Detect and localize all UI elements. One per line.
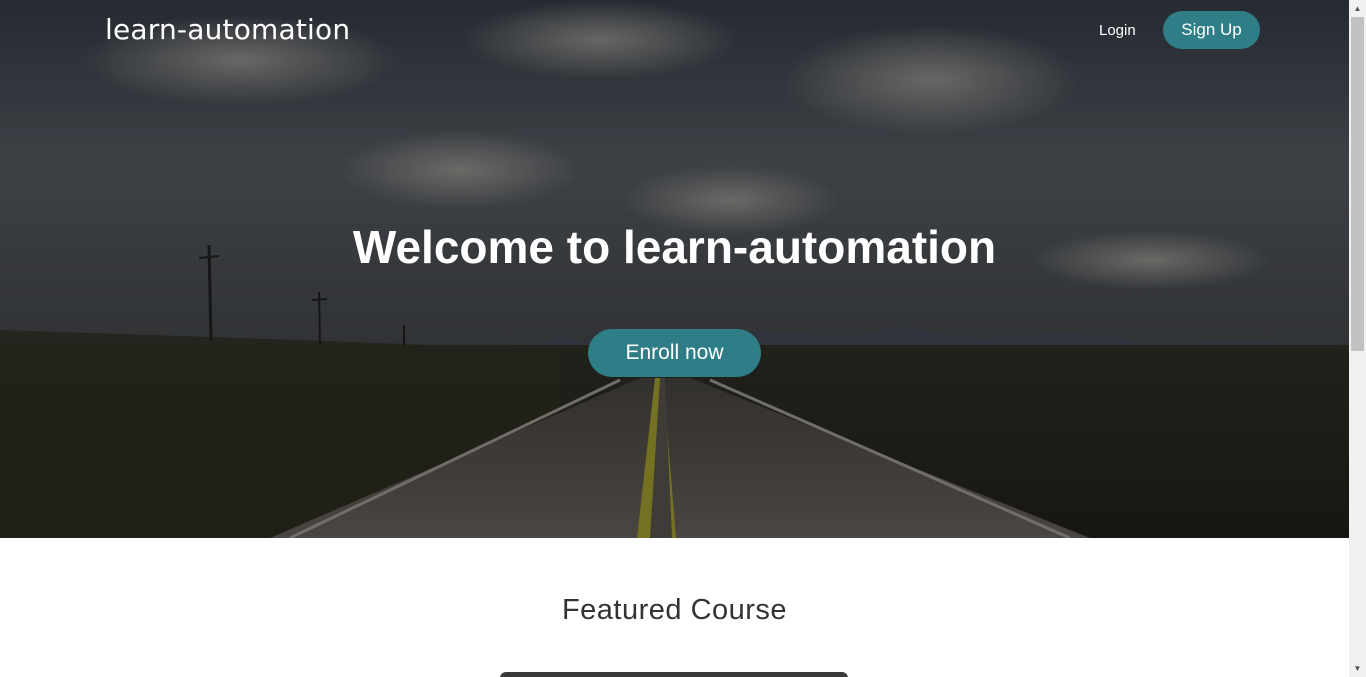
hero-section: learn-automation Login Sign Up Welcome t… <box>0 0 1349 538</box>
sign-up-button[interactable]: Sign Up <box>1163 11 1260 49</box>
page: learn-automation Login Sign Up Welcome t… <box>0 0 1349 677</box>
login-link[interactable]: Login <box>1099 20 1136 42</box>
brand-logo-link[interactable]: learn-automation <box>105 13 350 47</box>
enroll-now-button[interactable]: Enroll now <box>588 329 761 377</box>
scroll-up-arrow-icon[interactable]: ▲ <box>1349 0 1366 17</box>
featured-course-heading: Featured Course <box>561 594 788 626</box>
scrollbar-thumb[interactable] <box>1351 17 1364 351</box>
scroll-down-arrow-icon[interactable]: ▼ <box>1349 660 1366 677</box>
vertical-scrollbar[interactable]: ▲ ▼ <box>1349 0 1366 677</box>
featured-course-card[interactable] <box>500 672 848 677</box>
hero-title: Welcome to learn-automation <box>352 221 997 273</box>
